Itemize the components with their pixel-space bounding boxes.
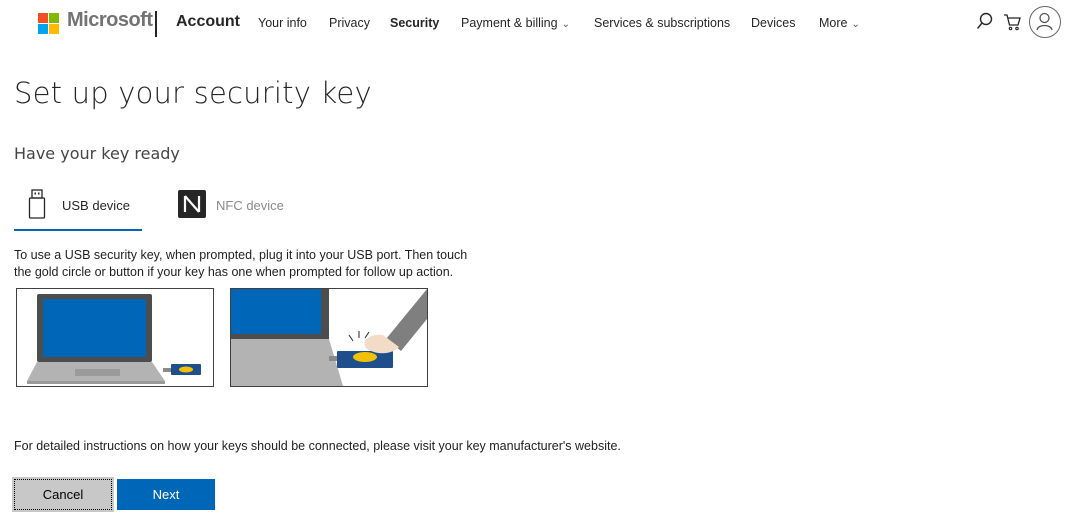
usb-icon (28, 189, 46, 223)
tab-nfc-device-label: NFC device (216, 198, 284, 213)
usb-instructions-line-2: the gold circle or button if your key ha… (14, 265, 454, 279)
chevron-down-icon: ⌄ (561, 19, 570, 30)
microsoft-logo-icon[interactable] (38, 13, 59, 34)
avatar-icon[interactable] (1029, 6, 1061, 38)
nav-more-label: More (819, 16, 848, 30)
usb-plug-illustration (16, 288, 214, 387)
manufacturer-note: For detailed instructions on how your ke… (14, 439, 621, 453)
nav-privacy[interactable]: Privacy (329, 16, 370, 30)
page-title: Set up your security key (14, 76, 372, 110)
nav-more[interactable]: More ⌄ (819, 16, 860, 30)
nav-payment-billing[interactable]: Payment & billing ⌄ (461, 16, 570, 30)
usb-instructions-line-1: To use a USB security key, when prompted… (14, 248, 468, 262)
next-button[interactable]: Next (117, 479, 215, 510)
account-link[interactable]: Account (176, 13, 240, 31)
nav-security[interactable]: Security (390, 16, 439, 30)
touch-key-illustration (230, 288, 428, 387)
usb-instructions: To use a USB security key, when prompted… (14, 247, 554, 281)
tab-nfc-device[interactable]: NFC device (174, 186, 304, 231)
chevron-down-icon: ⌄ (851, 19, 860, 30)
nav-devices[interactable]: Devices (751, 16, 795, 30)
subtitle: Have your key ready (14, 144, 180, 163)
tab-usb-device[interactable]: USB device (14, 186, 142, 231)
cancel-button[interactable]: Cancel (12, 477, 114, 512)
nav-your-info[interactable]: Your info (258, 16, 307, 30)
search-icon[interactable] (976, 12, 994, 36)
header-divider (155, 11, 157, 37)
brand-name[interactable]: Microsoft (67, 9, 153, 32)
nav-services-subscriptions[interactable]: Services & subscriptions (594, 16, 730, 30)
nav-payment-billing-label: Payment & billing (461, 16, 558, 30)
device-type-tabs: USB device NFC device (14, 186, 304, 231)
nfc-icon (177, 189, 207, 223)
cart-icon[interactable] (1002, 12, 1022, 36)
top-nav-bar: Microsoft Account Your info Privacy Secu… (0, 0, 1067, 48)
tab-usb-device-label: USB device (62, 198, 130, 213)
